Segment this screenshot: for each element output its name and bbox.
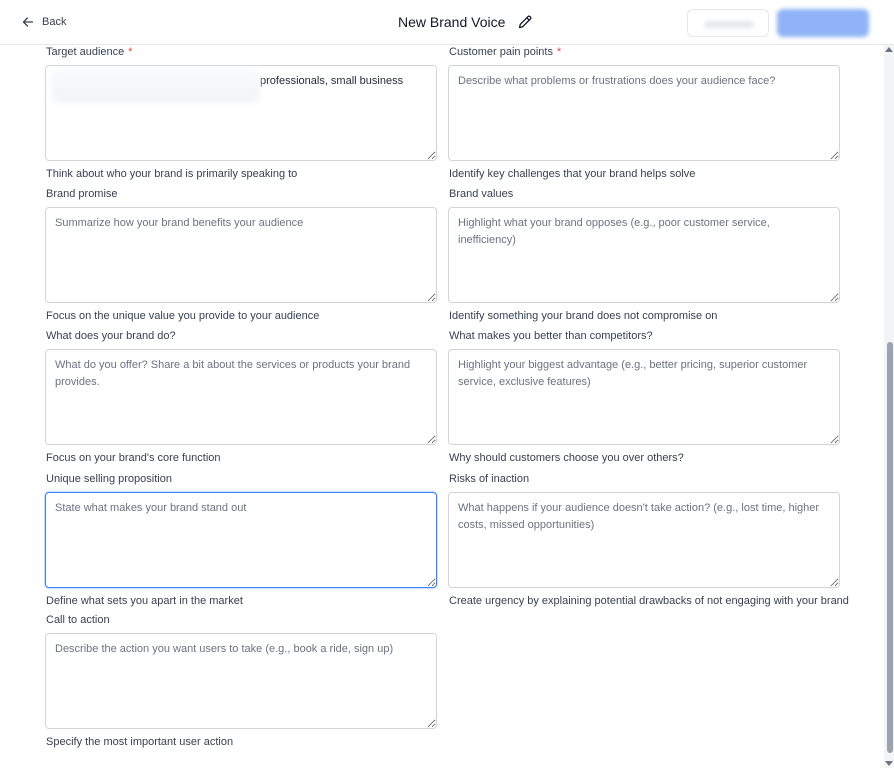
risks-of-inaction-label: Risks of inaction xyxy=(449,473,530,485)
field-what-brand-does: What does your brand do? Focus on your b… xyxy=(45,329,438,464)
scroll-up-arrow-icon[interactable] xyxy=(885,47,893,52)
field-unique-selling-proposition: Unique selling proposition Define what s… xyxy=(45,472,438,607)
risks-of-inaction-hint: Create urgency by explaining potential d… xyxy=(449,595,849,607)
unique-selling-proposition-input[interactable] xyxy=(45,492,437,588)
better-than-competitors-input[interactable] xyxy=(448,349,840,445)
target-audience-input[interactable]: professionals, small business xyxy=(45,65,437,161)
brand-values-label: Brand values xyxy=(449,188,514,200)
title-group: New Brand Voice xyxy=(398,12,533,32)
what-brand-does-input[interactable] xyxy=(45,349,437,445)
secondary-button[interactable] xyxy=(687,9,769,37)
scroll-down-arrow-icon[interactable] xyxy=(885,761,893,766)
field-call-to-action: Call to action Specify the most importan… xyxy=(45,613,438,748)
call-to-action-hint: Specify the most important user action xyxy=(46,736,234,748)
back-label: Back xyxy=(42,16,67,28)
better-than-competitors-hint: Why should customers choose you over oth… xyxy=(449,452,684,464)
pencil-icon[interactable] xyxy=(517,14,533,30)
field-brand-values: Brand values Identify something your bra… xyxy=(448,187,841,322)
scrollbar-thumb[interactable] xyxy=(887,342,893,753)
customer-pain-points-input[interactable] xyxy=(448,65,840,161)
arrow-left-icon xyxy=(22,17,34,27)
target-audience-label: Target audience * xyxy=(46,46,133,58)
customer-pain-points-hint: Identify key challenges that your brand … xyxy=(449,168,696,180)
vertical-scrollbar[interactable] xyxy=(884,45,894,768)
brand-values-input[interactable] xyxy=(448,207,840,303)
unique-selling-proposition-hint: Define what sets you apart in the market xyxy=(46,595,243,607)
brand-values-hint: Identify something your brand does not c… xyxy=(449,310,718,322)
what-brand-does-hint: Focus on your brand's core function xyxy=(46,452,221,464)
customer-pain-points-label: Customer pain points * xyxy=(449,46,562,58)
unique-selling-proposition-label: Unique selling proposition xyxy=(46,473,172,485)
field-target-audience: Target audience * professionals, small bu… xyxy=(45,45,438,180)
top-bar: Back New Brand Voice xyxy=(0,0,894,45)
call-to-action-label: Call to action xyxy=(46,614,110,626)
blurred-button-label xyxy=(704,21,754,28)
field-brand-promise: Brand promise Focus on the unique value … xyxy=(45,187,438,322)
target-audience-hint: Think about who your brand is primarily … xyxy=(46,168,298,180)
brand-promise-input[interactable] xyxy=(45,207,437,303)
call-to-action-input[interactable] xyxy=(45,633,437,729)
better-than-competitors-label: What makes you better than competitors? xyxy=(449,330,653,342)
brand-promise-hint: Focus on the unique value you provide to… xyxy=(46,310,320,322)
primary-button[interactable] xyxy=(777,9,869,37)
field-customer-pain-points: Customer pain points* Identify key chall… xyxy=(448,45,841,180)
field-better-than-competitors: What makes you better than competitors? … xyxy=(448,329,841,464)
what-brand-does-label: What does your brand do? xyxy=(46,330,176,342)
field-risks-of-inaction: Risks of inaction Create urgency by expl… xyxy=(448,472,849,607)
page-title: New Brand Voice xyxy=(398,14,506,30)
back-button[interactable]: Back xyxy=(22,14,66,30)
brand-promise-label: Brand promise xyxy=(46,188,118,200)
risks-of-inaction-input[interactable] xyxy=(448,492,840,588)
